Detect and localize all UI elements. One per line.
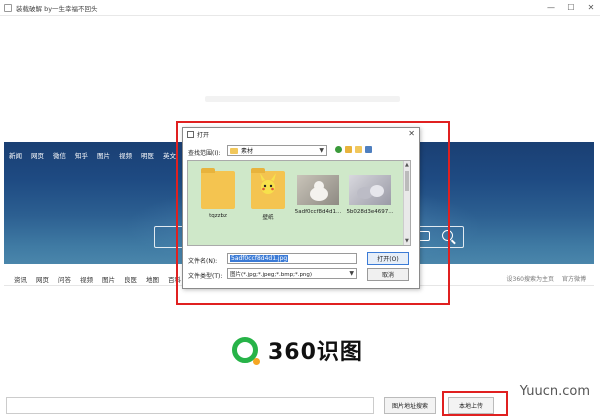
file-name: 5b028d3e4697...	[346, 209, 394, 215]
image-url-search-button[interactable]: 图片地址搜索	[384, 397, 436, 414]
cancel-button[interactable]: 取消	[367, 268, 409, 281]
top-nav-item[interactable]: 知乎	[75, 150, 88, 160]
site-logo: 360识图	[232, 334, 363, 366]
chevron-down-icon: ▼	[349, 270, 354, 277]
set-homepage-link[interactable]: 设360搜索为主页	[507, 274, 554, 283]
top-nav-item[interactable]: 视频	[119, 150, 132, 160]
file-name: tqzzbz	[209, 213, 227, 219]
highlight-box-upload	[442, 391, 508, 416]
logo-mark-icon	[232, 337, 260, 365]
sub-nav-right: 设360搜索为主页 官方微博	[507, 274, 586, 283]
sub-nav-item[interactable]: 问答	[58, 274, 71, 284]
top-nav-item[interactable]: 微信	[53, 150, 66, 160]
logo-text: 360识图	[268, 340, 363, 365]
top-nav-item[interactable]: 新闻	[9, 150, 22, 160]
dialog-toolbar	[335, 146, 372, 153]
watermark: Yuucn.com	[519, 384, 590, 399]
minimize-icon[interactable]: —	[546, 0, 556, 16]
sub-nav-item[interactable]: 资讯	[14, 274, 27, 284]
top-nav-item[interactable]: 图片	[97, 150, 110, 160]
filename-label: 文件名(N):	[188, 258, 218, 265]
dialog-title: 打开	[197, 131, 210, 139]
file-item-folder[interactable]: 壁纸	[244, 168, 292, 221]
maximize-icon[interactable]: ☐	[566, 0, 576, 16]
gray-photo-thumbnail	[349, 175, 391, 205]
scroll-down-icon[interactable]: ▼	[405, 238, 409, 244]
official-weibo-link[interactable]: 官方微博	[562, 274, 586, 283]
file-name: 5adf0ccf8d4d1...	[294, 209, 342, 215]
window-controls: — ☐ ✕	[546, 0, 596, 16]
close-icon[interactable]: ✕	[408, 129, 415, 138]
filetype-label: 文件类型(T):	[188, 273, 223, 280]
view-menu-icon[interactable]	[365, 146, 372, 153]
window-title: 装载破解 by一生幸福不回头	[16, 4, 98, 13]
close-icon[interactable]: ✕	[586, 0, 596, 16]
sub-nav-item[interactable]: 图片	[102, 274, 115, 284]
top-nav-item[interactable]: 英文	[163, 150, 176, 160]
open-button[interactable]: 打开(O)	[367, 252, 409, 265]
dialog-titlebar: 打开 ✕	[183, 128, 419, 140]
filename-input[interactable]: 5adf0ccf8d4d1.jpg	[227, 253, 357, 264]
sub-nav-item[interactable]: 视频	[80, 274, 93, 284]
sub-nav-item[interactable]: 地图	[146, 274, 159, 284]
pikachu-folder-icon	[251, 168, 285, 209]
new-folder-icon[interactable]	[355, 146, 362, 153]
app-icon	[4, 3, 12, 12]
file-list: tqzzbz 壁纸 5adf0ccf8d4d1... 5b028d3e4697.…	[187, 160, 411, 246]
sub-nav-item[interactable]: 良医	[124, 274, 137, 284]
scroll-up-icon[interactable]: ▲	[405, 162, 409, 168]
cat-photo-thumbnail	[297, 175, 339, 205]
dialog-icon	[187, 130, 194, 138]
chevron-down-icon: ▼	[319, 147, 324, 154]
scroll-thumb[interactable]	[405, 171, 409, 191]
filetype-value: 图片(*.jpg;*.jpeg;*.bmp;*.png)	[230, 271, 313, 278]
window-titlebar: 装载破解 by一生幸福不回头 — ☐ ✕	[0, 0, 600, 16]
open-file-dialog: 打开 ✕ 查找范围(I): 素材 ▼ tqzzbz 壁纸 5adf0ccf8d4…	[182, 127, 420, 289]
top-nav-item[interactable]: 网页	[31, 150, 44, 160]
file-item-image[interactable]: 5adf0ccf8d4d1...	[294, 171, 342, 215]
folder-icon	[230, 147, 238, 154]
placeholder-bar	[205, 96, 400, 102]
lookin-value: 素材	[241, 148, 254, 155]
file-name: 壁纸	[262, 215, 274, 221]
sub-nav: 资讯 网页 问答 视频 图片 良医 地图 百科	[14, 274, 181, 284]
top-nav-item[interactable]: 明医	[141, 150, 154, 160]
filename-value: 5adf0ccf8d4d1.jpg	[230, 255, 289, 262]
top-nav: 新闻 网页 微信 知乎 图片 视频 明医 英文	[9, 150, 176, 160]
lookin-select[interactable]: 素材 ▼	[227, 145, 327, 156]
back-icon[interactable]	[335, 146, 342, 153]
file-list-scrollbar[interactable]: ▲ ▼	[403, 161, 410, 245]
sub-nav-item[interactable]: 网页	[36, 274, 49, 284]
filetype-select[interactable]: 图片(*.jpg;*.jpeg;*.bmp;*.png) ▼	[227, 268, 357, 279]
file-item-folder[interactable]: tqzzbz	[194, 168, 242, 219]
folder-icon	[201, 168, 235, 209]
lookin-label: 查找范围(I):	[188, 150, 221, 157]
file-item-image[interactable]: 5b028d3e4697...	[346, 171, 394, 215]
up-folder-icon[interactable]	[345, 146, 352, 153]
image-url-input[interactable]	[6, 397, 374, 414]
